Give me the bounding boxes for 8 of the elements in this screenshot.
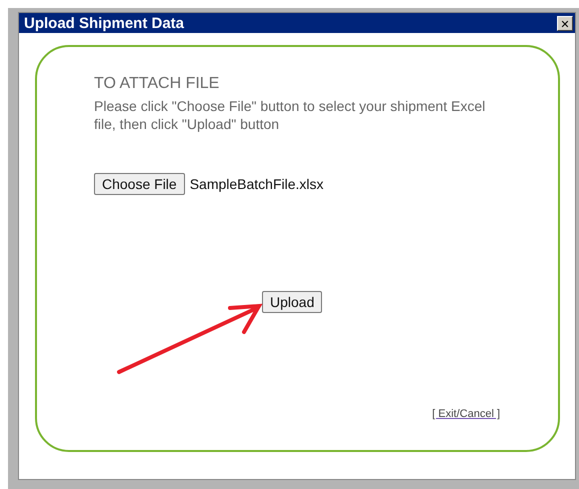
window-title: Upload Shipment Data [24,14,184,32]
choose-file-button[interactable]: Choose File [94,173,185,195]
exit-link[interactable]: [ Exit/Cancel ] [432,408,500,420]
instructions-text: Please click "Choose File" button to select your shipment Excel file, then click "Upload" button [94,97,486,133]
section-heading: TO ATTACH FILE [94,75,220,93]
upload-button[interactable]: Upload [262,291,322,313]
file-name: SampleBatchFile.xlsx [190,176,324,192]
close-button[interactable]: ✕ [557,16,573,30]
